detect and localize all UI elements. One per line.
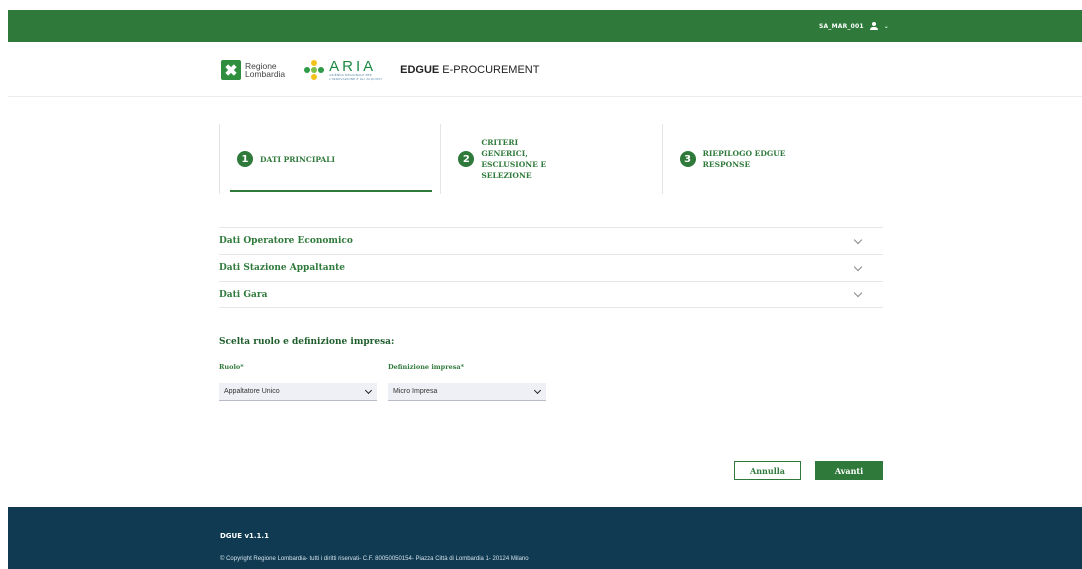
company-select-value: Micro Impresa [393,388,438,395]
header-divider [8,96,1082,97]
role-section-title: Scelta ruolo e definizione impresa: [219,337,395,347]
regione-lombardia-logo [221,60,241,80]
step-label: RIEPILOGO EDGUE RESPONSE [702,149,786,169]
company-definition-select[interactable]: Micro Impresa [388,383,546,401]
next-button[interactable]: Avanti [815,461,883,480]
user-icon [869,21,878,31]
role-select-value: Appaltatore Unico [224,388,280,395]
step-number: 3 [679,151,696,167]
chevron-down-icon [853,288,863,298]
cancel-button[interactable]: Annulla [734,461,801,480]
step-number: 1 [237,151,253,167]
footer-version: DGUE v1.1.1 [220,532,269,540]
aria-logo-text: ARIA AZIENDA REGIONALE PER L'INNOVAZIONE… [329,58,383,81]
accordion-dati-operatore-economico[interactable]: Dati Operatore Economico [219,227,883,254]
footer: DGUE v1.1.1 © Copyright Regione Lombardi… [8,507,1082,569]
role-select[interactable]: Appaltatore Unico [219,383,377,401]
data-accordion: Dati Operatore Economico Dati Stazione A… [219,227,883,308]
aria-logo-icon [304,60,325,80]
accordion-title: Dati Gara [219,289,268,300]
username: SA_MAR_001 [819,22,864,30]
footer-copyright: © Copyright Regione Lombardia- tutti i d… [220,556,529,562]
step-riepilogo[interactable]: 3 RIEPILOGO EDGUE RESPONSE [661,124,883,194]
step-label: CRITERI GENERICI, ESCLUSIONE E SELEZIONE [481,138,547,180]
step-criteri-generici[interactable]: 2 CRITERI GENERICI, ESCLUSIONE E SELEZIO… [440,124,661,194]
top-bar: SA_MAR_001 ⌄ [8,10,1082,42]
role-label: Ruolo* [219,363,244,371]
chevron-down-icon [853,262,863,271]
chevron-down-icon [533,386,542,394]
accordion-title: Dati Operatore Economico [219,236,353,246]
company-definition-label: Definizione impresa* [388,363,465,371]
step-number: 2 [458,151,475,167]
product-title: EDGUE E-PROCUREMENT [400,64,540,76]
chevron-down-icon: ⌄ [883,22,889,30]
step-dati-principali[interactable]: 1 DATI PRINCIPALI [219,124,440,194]
chevron-down-icon [364,386,373,394]
accordion-dati-gara[interactable]: Dati Gara [219,281,883,308]
brand-header: Regione Lombardia ARIA AZIENDA REGIONALE… [221,57,539,83]
regione-lombardia-text: Regione Lombardia [245,60,286,79]
accordion-dati-stazione-appaltante[interactable]: Dati Stazione Appaltante [219,254,883,281]
user-menu[interactable]: SA_MAR_001 ⌄ [819,10,889,42]
wizard-stepper: 1 DATI PRINCIPALI 2 CRITERI GENERICI, ES… [219,124,883,194]
chevron-down-icon [853,235,863,244]
accordion-title: Dati Stazione Appaltante [219,263,346,273]
step-label: DATI PRINCIPALI [260,154,336,164]
